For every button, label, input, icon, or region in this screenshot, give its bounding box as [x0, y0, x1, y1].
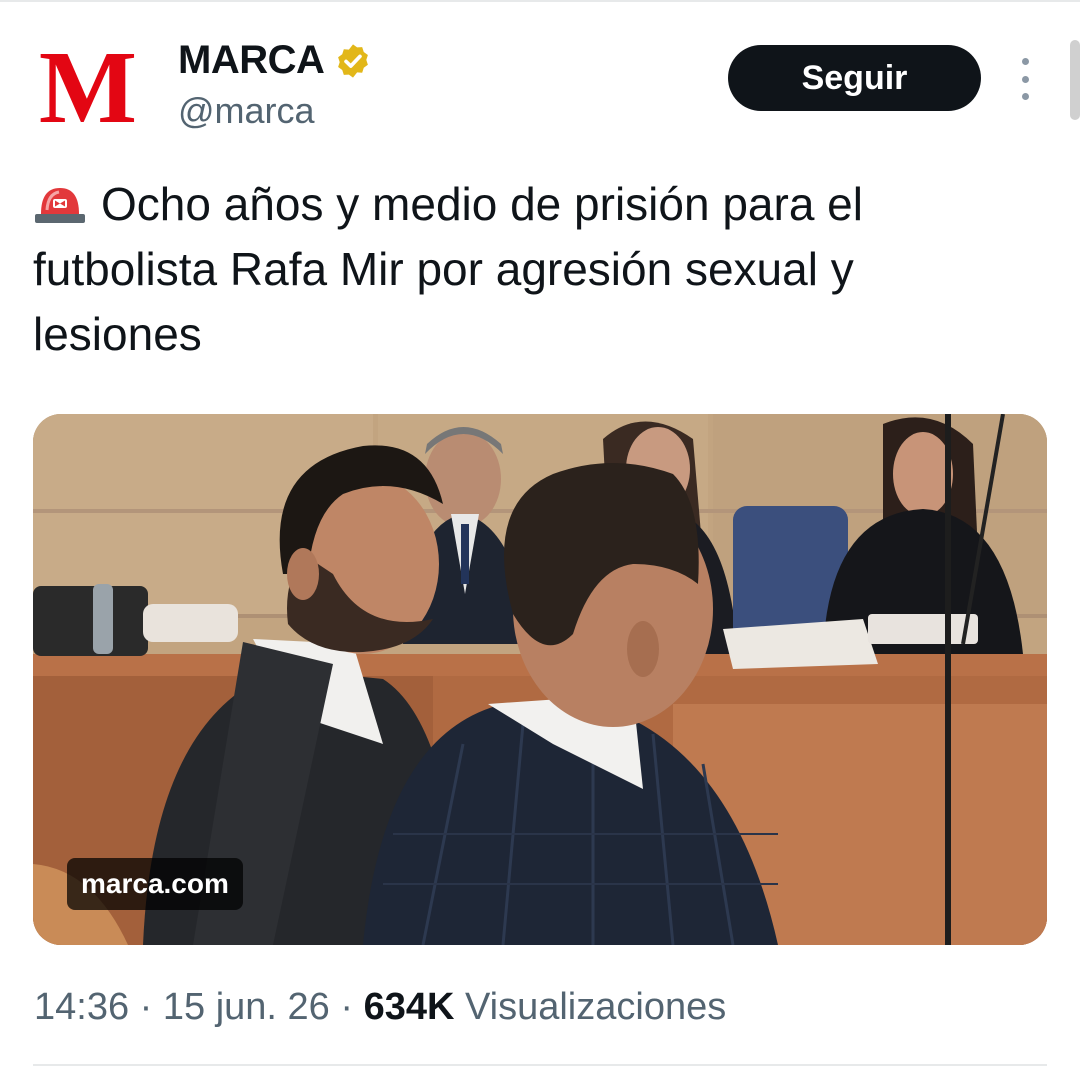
- marca-logo-icon: M: [39, 36, 137, 136]
- more-options-icon[interactable]: [1010, 58, 1040, 100]
- avatar[interactable]: M: [30, 28, 146, 144]
- top-divider: [0, 0, 1080, 2]
- follow-button[interactable]: Seguir: [728, 45, 981, 111]
- bottom-divider: [33, 1064, 1047, 1066]
- avatar-letter: M: [39, 36, 137, 136]
- meta-separator: ·: [340, 986, 354, 1028]
- link-domain-badge[interactable]: marca.com: [67, 858, 243, 910]
- tweet-date[interactable]: 15 jun. 26: [163, 986, 330, 1028]
- meta-separator: ·: [139, 986, 153, 1028]
- tweet-meta: 14:36 · 15 jun. 26 · 634K Visualizacione…: [34, 986, 726, 1029]
- display-name[interactable]: MARCA: [178, 38, 372, 83]
- tweet-media-photo[interactable]: marca.com: [33, 414, 1047, 945]
- views-count: 634K: [363, 986, 455, 1028]
- views-label: Visualizaciones: [464, 986, 727, 1028]
- verified-badge-icon: [338, 43, 369, 78]
- siren-emoji-icon: [35, 188, 85, 223]
- user-handle[interactable]: @marca: [178, 90, 315, 132]
- tweet-time[interactable]: 14:36: [34, 986, 129, 1028]
- display-name-text[interactable]: MARCA: [178, 38, 325, 83]
- tweet-text: Ocho años y medio de prisión para el fut…: [33, 172, 1033, 367]
- scrollbar[interactable]: [1070, 40, 1080, 120]
- tweet-body: Ocho años y medio de prisión para el fut…: [33, 178, 863, 360]
